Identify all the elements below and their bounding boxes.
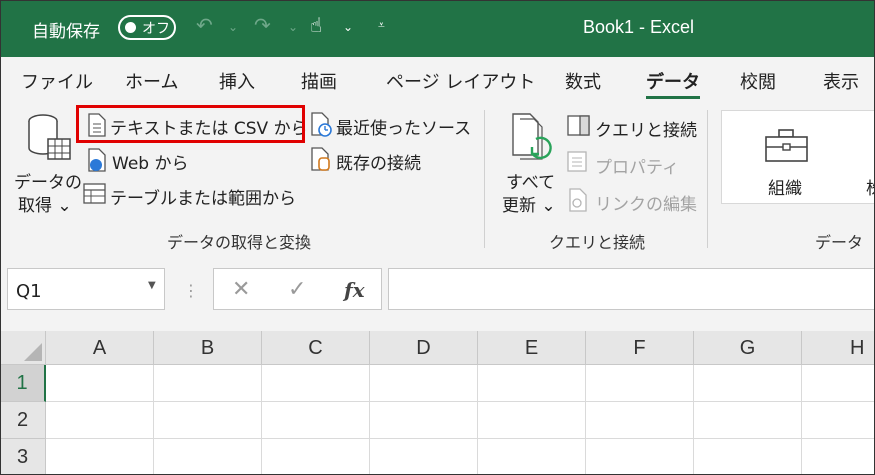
select-all-triangle-icon	[24, 343, 42, 361]
column-header-g[interactable]: G	[694, 331, 802, 365]
group-label-get-transform: データの取得と変換	[167, 233, 312, 252]
database-icon	[28, 114, 71, 160]
row-header-2[interactable]: 2	[0, 402, 46, 439]
gridline	[693, 365, 694, 475]
recent-sources-button[interactable]: 最近使ったソース	[336, 114, 471, 139]
gridline	[585, 365, 586, 475]
name-box-value: Q1	[16, 281, 42, 302]
gridline	[153, 365, 154, 475]
gridline	[261, 365, 262, 475]
active-tab-underline	[646, 96, 700, 99]
gridline	[477, 365, 478, 475]
web-icon	[88, 148, 106, 172]
window-title: Book1 - Excel	[583, 17, 695, 37]
row-header-1[interactable]: 1	[0, 365, 46, 402]
formula-buttons: ✕ ✓ fx	[213, 268, 382, 310]
highlight-box	[76, 105, 305, 143]
group-label-queries: クエリと接続	[549, 233, 646, 252]
edit-links-button[interactable]: リンクの編集	[595, 190, 697, 215]
column-header-h[interactable]: H	[802, 331, 875, 365]
tab-formulas[interactable]: 数式	[565, 68, 601, 94]
tab-view[interactable]: 表示	[823, 68, 859, 94]
refresh-all-button-line1[interactable]: すべて	[506, 168, 555, 193]
gridline	[801, 365, 802, 475]
existing-connections-icon	[311, 147, 330, 171]
group-separator	[707, 110, 708, 248]
recent-sources-icon	[311, 112, 332, 137]
redo-icon[interactable]: ↷	[254, 13, 271, 37]
tab-review[interactable]: 校閲	[740, 68, 776, 94]
autosave-toggle[interactable]: オフ	[118, 15, 176, 40]
undo-dropdown-icon[interactable]: ⌄	[228, 20, 238, 34]
column-header-c[interactable]: C	[262, 331, 370, 365]
refresh-all-icon	[512, 113, 552, 160]
tab-home[interactable]: ホーム	[125, 68, 178, 94]
row-header-3[interactable]: 3	[0, 439, 46, 475]
stocks-button-partial[interactable]: 株	[866, 174, 875, 199]
vertical-dots-icon[interactable]: ⋮	[183, 281, 199, 300]
from-table-button[interactable]: テーブルまたは範囲から	[110, 184, 296, 209]
formula-input[interactable]	[388, 268, 875, 310]
autosave-label: 自動保存	[32, 22, 100, 42]
refresh-all-button-line2[interactable]: 更新 ⌄	[502, 191, 556, 216]
get-data-button-line2[interactable]: 取得 ⌄	[18, 191, 72, 216]
queries-connections-button[interactable]: クエリと接続	[595, 116, 697, 141]
tab-data[interactable]: データ	[646, 68, 700, 94]
name-box-dropdown-icon[interactable]: ▼	[148, 280, 156, 291]
column-header-d[interactable]: D	[370, 331, 478, 365]
properties-button[interactable]: プロパティ	[595, 153, 679, 178]
undo-icon[interactable]: ↶	[196, 13, 213, 37]
column-header-f[interactable]: F	[586, 331, 694, 365]
cancel-icon[interactable]: ✕	[232, 277, 250, 302]
redo-dropdown-icon[interactable]: ⌄	[288, 20, 298, 34]
customize-qat-icon[interactable]: ⩡	[378, 18, 385, 33]
edit-links-icon	[569, 188, 587, 212]
column-header-a[interactable]: A	[46, 331, 154, 365]
group-separator	[484, 110, 485, 248]
from-web-button[interactable]: Web から	[112, 149, 188, 174]
tab-file[interactable]: ファイル	[21, 68, 93, 94]
title-bar: 自動保存 オフ ↶ ⌄ ↷ ⌄ ☝ ⌄ ⩡ Book1 - Excel	[0, 0, 875, 57]
tab-insert[interactable]: 挿入	[219, 68, 255, 94]
touch-mode-icon[interactable]: ☝	[310, 13, 322, 37]
tab-page-layout[interactable]: ページ レイアウト	[386, 68, 535, 94]
name-box[interactable]: Q1 ▼	[7, 268, 165, 310]
gridline	[46, 438, 875, 439]
select-all-button[interactable]	[0, 331, 46, 365]
queries-connections-icon	[567, 115, 590, 136]
insert-function-icon[interactable]: fx	[344, 278, 365, 302]
enter-icon[interactable]: ✓	[288, 277, 306, 302]
properties-icon	[567, 151, 587, 172]
gridline	[369, 365, 370, 475]
toggle-label: オフ	[142, 21, 170, 37]
column-header-b[interactable]: B	[154, 331, 262, 365]
organization-button[interactable]: 組織	[768, 174, 802, 199]
tab-draw[interactable]: 描画	[301, 68, 337, 94]
existing-connections-button[interactable]: 既存の接続	[336, 149, 421, 174]
toggle-knob	[125, 22, 136, 33]
briefcase-icon[interactable]	[764, 128, 810, 164]
touch-dropdown-icon[interactable]: ⌄	[343, 20, 353, 34]
gridline	[46, 401, 875, 402]
get-data-button-line1[interactable]: データの	[14, 168, 82, 193]
table-icon	[83, 183, 106, 204]
column-header-e[interactable]: E	[478, 331, 586, 365]
